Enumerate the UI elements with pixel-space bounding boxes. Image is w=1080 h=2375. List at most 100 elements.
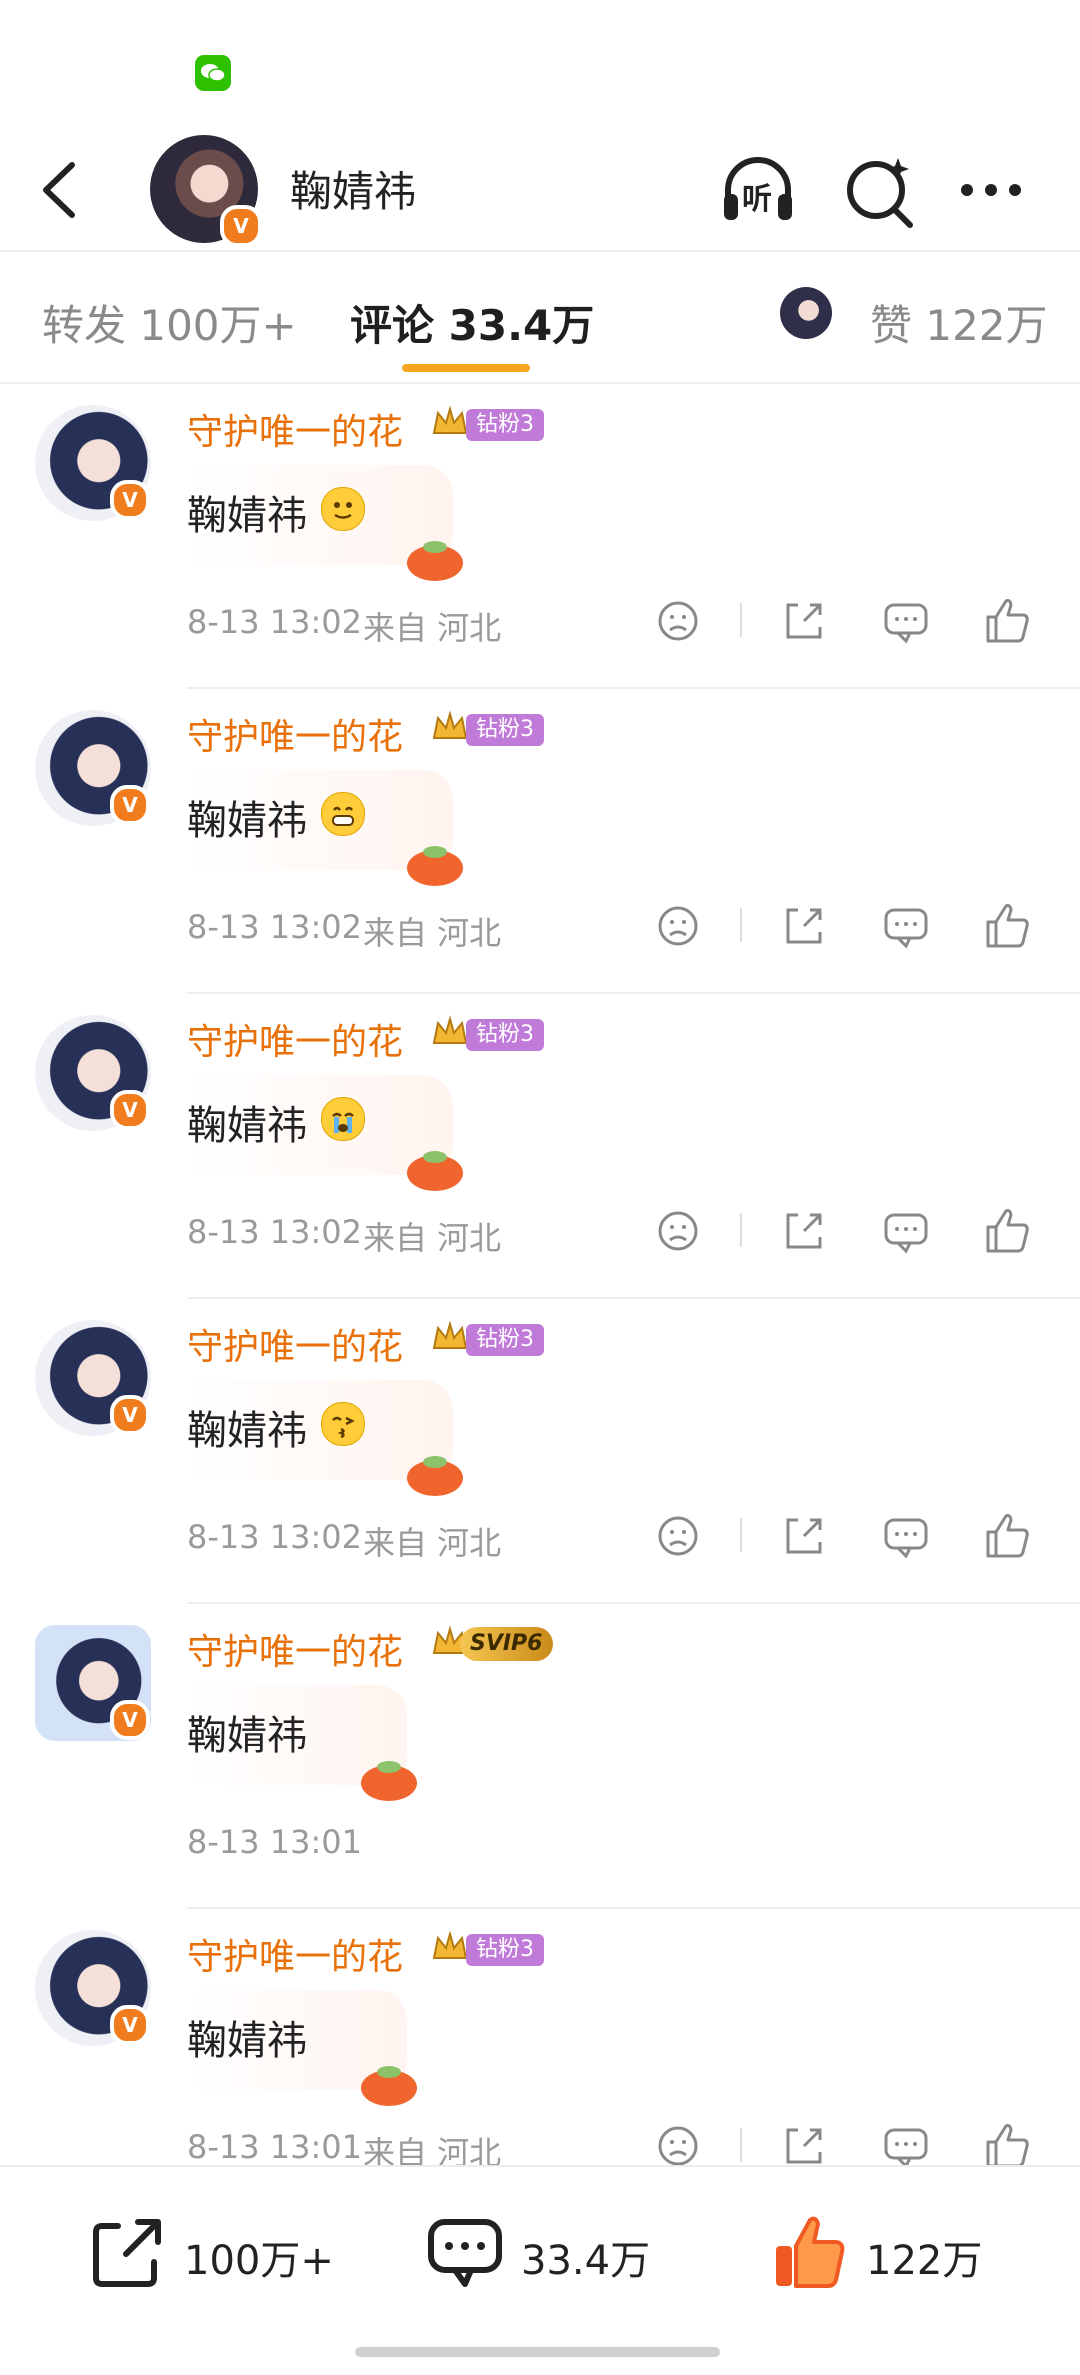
- action-separator: [740, 2128, 742, 2162]
- commenter-name[interactable]: 守护唯一的花: [187, 1928, 403, 1980]
- fan-level-badge[interactable]: 钻粉3: [466, 409, 544, 441]
- comment-bubble: 鞠婧祎: [187, 465, 463, 581]
- reply-icon[interactable]: [878, 1203, 934, 1259]
- comment-item: V 守护唯一的花 钻粉3 鞠婧祎 8-13 13:01 来自 河北: [0, 1910, 1080, 2165]
- author-avatar[interactable]: V: [150, 135, 262, 247]
- persimmon-icon: [407, 846, 463, 886]
- liker-avatar: [780, 287, 832, 339]
- persimmon-icon: [361, 2066, 417, 2106]
- search-button[interactable]: [840, 150, 920, 230]
- tab-likes[interactable]: 赞 122万: [870, 292, 1048, 353]
- fan-level-badge[interactable]: 钻粉3: [466, 1934, 544, 1966]
- comment-text: 鞠婧祎: [187, 1408, 307, 1454]
- like-count: 122万: [866, 2238, 983, 2284]
- commenter-avatar[interactable]: V: [35, 1625, 151, 1741]
- dislike-icon[interactable]: [650, 1508, 706, 1564]
- fan-level-badge[interactable]: 钻粉3: [466, 714, 544, 746]
- comment-divider: [187, 992, 1080, 994]
- like-icon[interactable]: [980, 898, 1036, 954]
- comment-list[interactable]: V 守护唯一的花 钻粉3 鞠婧祎 8-13 13:02 来自 河北 V 守护唯一…: [0, 385, 1080, 2165]
- dislike-icon[interactable]: [650, 898, 706, 954]
- dislike-icon[interactable]: [650, 593, 706, 649]
- comment-item: V 守护唯一的花 钻粉3 鞠婧祎 8-13 13:02 来自 河北: [0, 690, 1080, 995]
- comment-divider: [187, 1907, 1080, 1909]
- listen-button[interactable]: 听: [718, 150, 798, 230]
- comment-bubble: 鞠婧祎: [187, 1990, 417, 2106]
- share-icon[interactable]: [776, 2118, 832, 2165]
- share-icon[interactable]: [776, 898, 832, 954]
- home-indicator[interactable]: [355, 2347, 720, 2357]
- reply-icon[interactable]: [878, 1508, 934, 1564]
- comment-item: V 守护唯一的花 钻粉3 鞠婧祎 8-13 13:02 来自 河北: [0, 385, 1080, 690]
- reply-icon[interactable]: [878, 593, 934, 649]
- reply-icon[interactable]: [878, 2118, 934, 2165]
- commenter-avatar[interactable]: V: [35, 710, 151, 826]
- like-icon[interactable]: [980, 2118, 1036, 2165]
- back-button[interactable]: [38, 155, 88, 225]
- comment-location: 来自 河北: [363, 914, 502, 952]
- back-icon: [43, 162, 75, 218]
- crown-icon: [432, 405, 468, 434]
- comment-bubble: 鞠婧祎: [187, 770, 463, 886]
- comment-item: V 守护唯一的花 SVIP6 鞠婧祎 8-13 13:01: [0, 1605, 1080, 1910]
- like-button[interactable]: 122万: [770, 2212, 1000, 2292]
- share-icon[interactable]: [776, 1508, 832, 1564]
- tab-repost[interactable]: 转发 100万+: [42, 292, 297, 353]
- crown-icon: [432, 1015, 468, 1044]
- verified-badge-icon: V: [110, 2005, 150, 2045]
- action-separator: [740, 603, 742, 637]
- commenter-avatar[interactable]: V: [35, 1015, 151, 1131]
- comment-time: 8-13 13:02: [187, 603, 363, 641]
- like-icon[interactable]: [980, 1508, 1036, 1564]
- verified-badge-icon: V: [110, 1090, 150, 1130]
- search-ai-icon: [847, 158, 913, 228]
- commenter-name[interactable]: 守护唯一的花: [187, 1013, 403, 1065]
- fan-level-badge[interactable]: 钻粉3: [466, 1019, 544, 1051]
- comment-divider: [187, 1297, 1080, 1299]
- comment-item: V 守护唯一的花 钻粉3 鞠婧祎 8-13 13:02 来自 河北: [0, 1300, 1080, 1605]
- persimmon-icon: [407, 541, 463, 581]
- comment-location: 来自 河北: [363, 1219, 502, 1257]
- svip-badge[interactable]: SVIP6: [460, 1627, 553, 1661]
- wechat-icon: [195, 55, 231, 91]
- verified-badge-icon: V: [110, 480, 150, 520]
- more-button[interactable]: [955, 150, 1035, 230]
- reply-icon[interactable]: [878, 898, 934, 954]
- comment-location: 来自 河北: [363, 609, 502, 647]
- comment-divider: [187, 687, 1080, 689]
- commenter-name[interactable]: 守护唯一的花: [187, 708, 403, 760]
- commenter-avatar[interactable]: V: [35, 1930, 151, 2046]
- like-icon[interactable]: [980, 1203, 1036, 1259]
- dislike-icon[interactable]: [650, 1203, 706, 1259]
- author-name[interactable]: 鞠婧祎: [290, 158, 416, 219]
- persimmon-icon: [407, 1151, 463, 1191]
- comment-bubble: 鞠婧祎: [187, 1685, 417, 1801]
- comment-count: 33.4万: [521, 2238, 651, 2284]
- action-separator: [740, 1213, 742, 1247]
- status-bar: [0, 0, 1080, 130]
- persimmon-icon: [407, 1456, 463, 1496]
- fan-level-badge[interactable]: 钻粉3: [466, 1324, 544, 1356]
- like-icon[interactable]: [980, 593, 1036, 649]
- commenter-name[interactable]: 守护唯一的花: [187, 403, 403, 455]
- commenter-avatar[interactable]: V: [35, 1320, 151, 1436]
- tab-comments[interactable]: 评论 33.4万: [350, 292, 594, 353]
- comment-icon: [428, 2219, 502, 2287]
- comment-time: 8-13 13:02: [187, 1213, 363, 1251]
- share-icon[interactable]: [776, 1203, 832, 1259]
- comment-button[interactable]: 33.4万: [425, 2212, 665, 2292]
- share-icon[interactable]: [776, 593, 832, 649]
- dislike-icon[interactable]: [650, 2118, 706, 2165]
- active-tab-indicator: [402, 364, 530, 372]
- comment-location: 来自 河北: [363, 1524, 502, 1562]
- verified-badge-icon: V: [110, 1395, 150, 1435]
- commenter-name[interactable]: 守护唯一的花: [187, 1318, 403, 1370]
- repost-button[interactable]: 100万+: [88, 2212, 348, 2292]
- crown-icon: [432, 1930, 468, 1959]
- repost-icon: [93, 2219, 161, 2287]
- grin-emoji-icon: [321, 792, 365, 836]
- slight-smile-emoji-icon: [321, 487, 365, 531]
- commenter-avatar[interactable]: V: [35, 405, 151, 521]
- commenter-name[interactable]: 守护唯一的花: [187, 1623, 403, 1675]
- comment-time: 8-13 13:01: [187, 1823, 363, 1861]
